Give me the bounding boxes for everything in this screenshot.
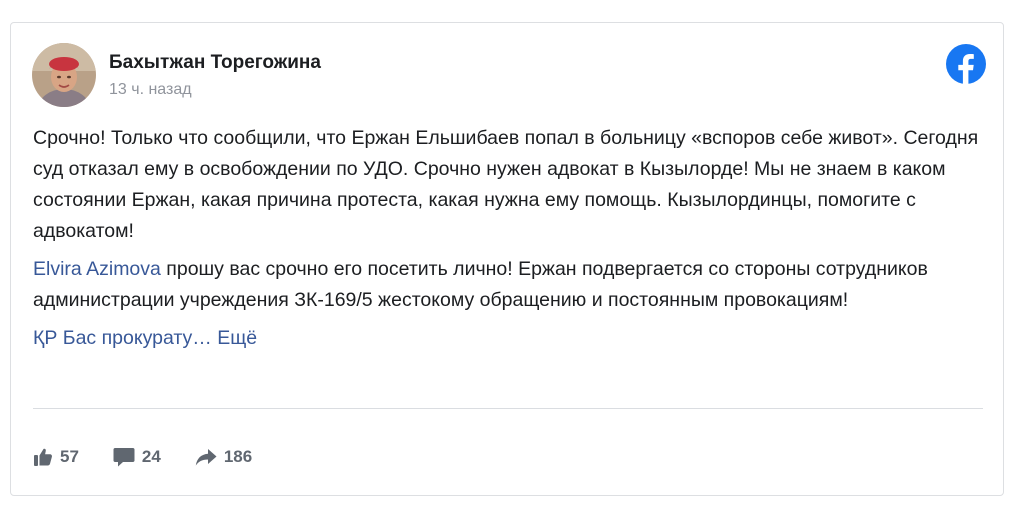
post-card: Бахытжан Торегожина 13 ч. назад Срочно! … [10,22,1004,496]
facebook-icon[interactable] [946,44,986,84]
tagged-page-link[interactable]: ҚР Бас прокурату… [33,327,212,349]
post-stats: 57 24 186 [33,447,252,467]
comment-icon [113,447,135,467]
share-icon [195,447,217,467]
see-more-link[interactable]: Ещё [217,327,257,349]
divider [33,408,983,409]
like-icon [33,447,53,467]
like-stat[interactable]: 57 [33,447,79,467]
post-truncation: ҚР Бас прокурату… Ещё [33,323,983,354]
paragraph-text: прошу вас срочно его посетить лично! Ерж… [33,258,928,311]
comment-count: 24 [141,447,161,466]
share-count: 186 [223,447,253,466]
post-paragraph: Elvira Azimova прошу вас срочно его посе… [33,254,983,316]
like-count: 57 [60,447,79,466]
avatar-photo [32,43,96,107]
post-timestamp[interactable]: 13 ч. назад [109,81,192,99]
mention-link[interactable]: Elvira Azimova [33,258,161,280]
share-stat[interactable]: 186 [195,447,252,467]
author-avatar[interactable] [32,43,96,107]
post-text: Срочно! Только что сообщили, что Ержан Е… [33,123,983,361]
post-paragraph: Срочно! Только что сообщили, что Ержан Е… [33,127,979,242]
comment-stat[interactable]: 24 [113,447,161,467]
author-name[interactable]: Бахытжан Торегожина [109,52,321,74]
